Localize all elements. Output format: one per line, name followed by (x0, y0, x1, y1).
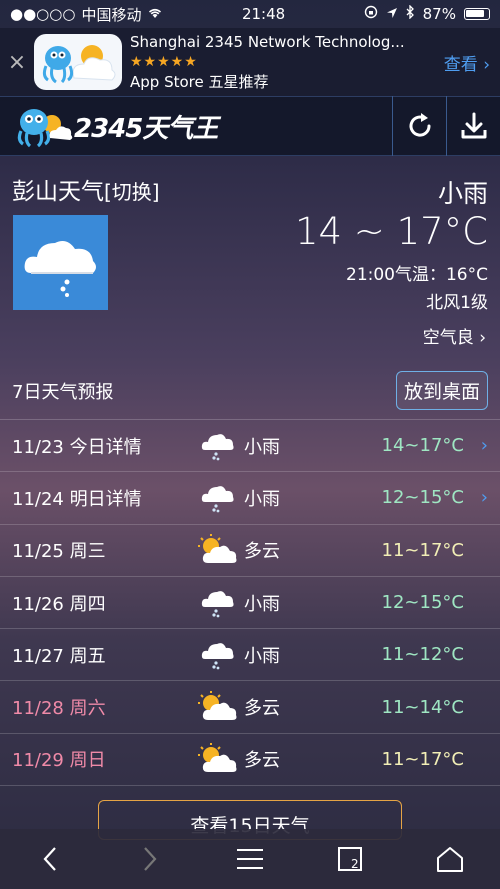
light-rain-icon (192, 430, 242, 462)
ad-subtitle: App Store 五星推荐 (130, 73, 269, 91)
current-weather-panel: 彭山天气[切换] 小雨 14 ~ 17°C 21:00气温：16°C 北风1级 … (0, 160, 500, 360)
forecast-row: 11/28 周六 多云 11~14°C (0, 681, 500, 734)
carrier-name: 中国移动 (81, 5, 142, 24)
ad-title: Shanghai 2345 Network Technolog... (130, 33, 405, 51)
current-condition: 小雨 (437, 179, 488, 208)
chevron-right-icon: › (480, 435, 488, 457)
wind-info: 北风1级 (426, 293, 488, 313)
back-arrow-icon (43, 847, 56, 871)
light-rain-icon (192, 639, 242, 671)
app-store-ad-banner[interactable]: × Shanghai 2345 Network Technolog... ★★★… (0, 28, 500, 96)
refresh-button[interactable] (392, 96, 446, 156)
forecast-temperature: 14~17°C (381, 435, 464, 457)
forecast-condition: 小雨 (244, 593, 280, 615)
battery-percent: 87% (422, 5, 456, 23)
chevron-right-icon: › (480, 487, 488, 509)
forecast-date: 11/23 今日详情 (12, 436, 142, 458)
forecast-row: 11/25 周三 多云 11~17°C (0, 525, 500, 577)
forecast-date: 11/29 周日 (12, 750, 106, 772)
ad-view-link[interactable]: 查看 › (444, 50, 500, 75)
tabs-button[interactable]: 2 (320, 829, 380, 889)
rotation-lock-icon (364, 5, 378, 23)
city-name: 彭山天气 (12, 179, 104, 205)
status-bar: ●●○○○ 中国移动 21:48 87% (0, 0, 500, 28)
octopus-mascot-icon (17, 109, 73, 148)
light-rain-icon (192, 587, 242, 619)
forecast-condition: 多云 (244, 698, 280, 720)
refresh-icon (409, 113, 431, 137)
forecast-row[interactable]: 11/24 明日详情 小雨 12~15°C › (0, 472, 500, 525)
forecast-title: 7日天气预报 (12, 381, 114, 403)
forecast-date: 11/26 周四 (12, 593, 106, 615)
light-rain-icon (13, 215, 108, 310)
air-quality-link[interactable]: 空气良 › (423, 323, 486, 348)
forecast-temperature: 12~15°C (381, 487, 464, 509)
signal-strength: ●●○○○ (10, 5, 76, 23)
forecast-condition: 小雨 (244, 488, 280, 510)
forecast-row: 11/26 周四 小雨 12~15°C (0, 577, 500, 630)
close-icon[interactable]: × (0, 50, 34, 75)
battery-icon (463, 8, 490, 20)
forecast-date: 11/28 周六 (12, 698, 106, 720)
app-header: 2345天气王 (0, 96, 500, 156)
forecast-date: 11/25 周三 (12, 541, 106, 563)
forward-button[interactable] (120, 829, 180, 889)
app-icon[interactable] (34, 34, 122, 90)
home-icon (437, 847, 463, 872)
forecast-temperature: 11~17°C (381, 539, 464, 561)
hourly-temperature: 21:00气温：16°C (346, 265, 488, 285)
tabs-icon: 2 (338, 847, 362, 871)
add-to-desktop-button[interactable]: 放到桌面 (395, 371, 488, 410)
logo-text: 2345天气王 (74, 113, 218, 144)
forecast-temperature: 11~12°C (381, 644, 464, 666)
forecast-condition: 小雨 (244, 436, 280, 458)
forecast-condition: 多云 (244, 750, 280, 772)
bluetooth-icon (406, 4, 415, 23)
browser-toolbar: 2 (0, 829, 500, 889)
tab-count: 2 (351, 857, 359, 871)
seven-day-forecast: 7日天气预报 放到桌面 11/23 今日详情 小雨 14~17°C › 11/24 明日… (0, 362, 500, 787)
city-row: 彭山天气[切换] (12, 172, 160, 206)
forecast-date: 11/24 明日详情 (12, 488, 142, 510)
forecast-row[interactable]: 11/23 今日详情 小雨 14~17°C › (0, 420, 500, 473)
rating-stars: ★★★★★ (130, 54, 198, 70)
menu-button[interactable] (220, 829, 280, 889)
wifi-icon (147, 5, 163, 23)
partly-cloudy-icon (192, 533, 242, 567)
forecast-row: 11/27 周五 小雨 11~12°C (0, 629, 500, 682)
app-logo: 2345天气王 (0, 104, 392, 148)
forecast-condition: 多云 (244, 541, 280, 563)
download-icon (461, 112, 486, 139)
temperature-range: 14 ~ 17°C (294, 210, 488, 253)
partly-cloudy-icon (192, 690, 242, 724)
partly-cloudy-icon (192, 742, 242, 776)
forecast-row: 11/29 周日 多云 11~17°C (0, 734, 500, 787)
forecast-temperature: 12~15°C (381, 592, 464, 614)
home-button[interactable] (420, 829, 480, 889)
back-button[interactable] (20, 829, 80, 889)
location-icon (386, 5, 398, 23)
forecast-temperature: 11~17°C (381, 748, 464, 770)
download-button[interactable] (446, 96, 500, 156)
status-time: 21:48 (241, 5, 286, 23)
forecast-date: 11/27 周五 (12, 645, 106, 667)
forecast-header: 7日天气预报 放到桌面 (0, 362, 500, 420)
menu-icon (237, 849, 263, 869)
forecast-condition: 小雨 (244, 645, 280, 667)
forecast-temperature: 11~14°C (381, 696, 464, 718)
light-rain-icon (192, 482, 242, 514)
forward-arrow-icon (144, 847, 157, 871)
switch-city-link[interactable]: [切换] (104, 180, 160, 204)
